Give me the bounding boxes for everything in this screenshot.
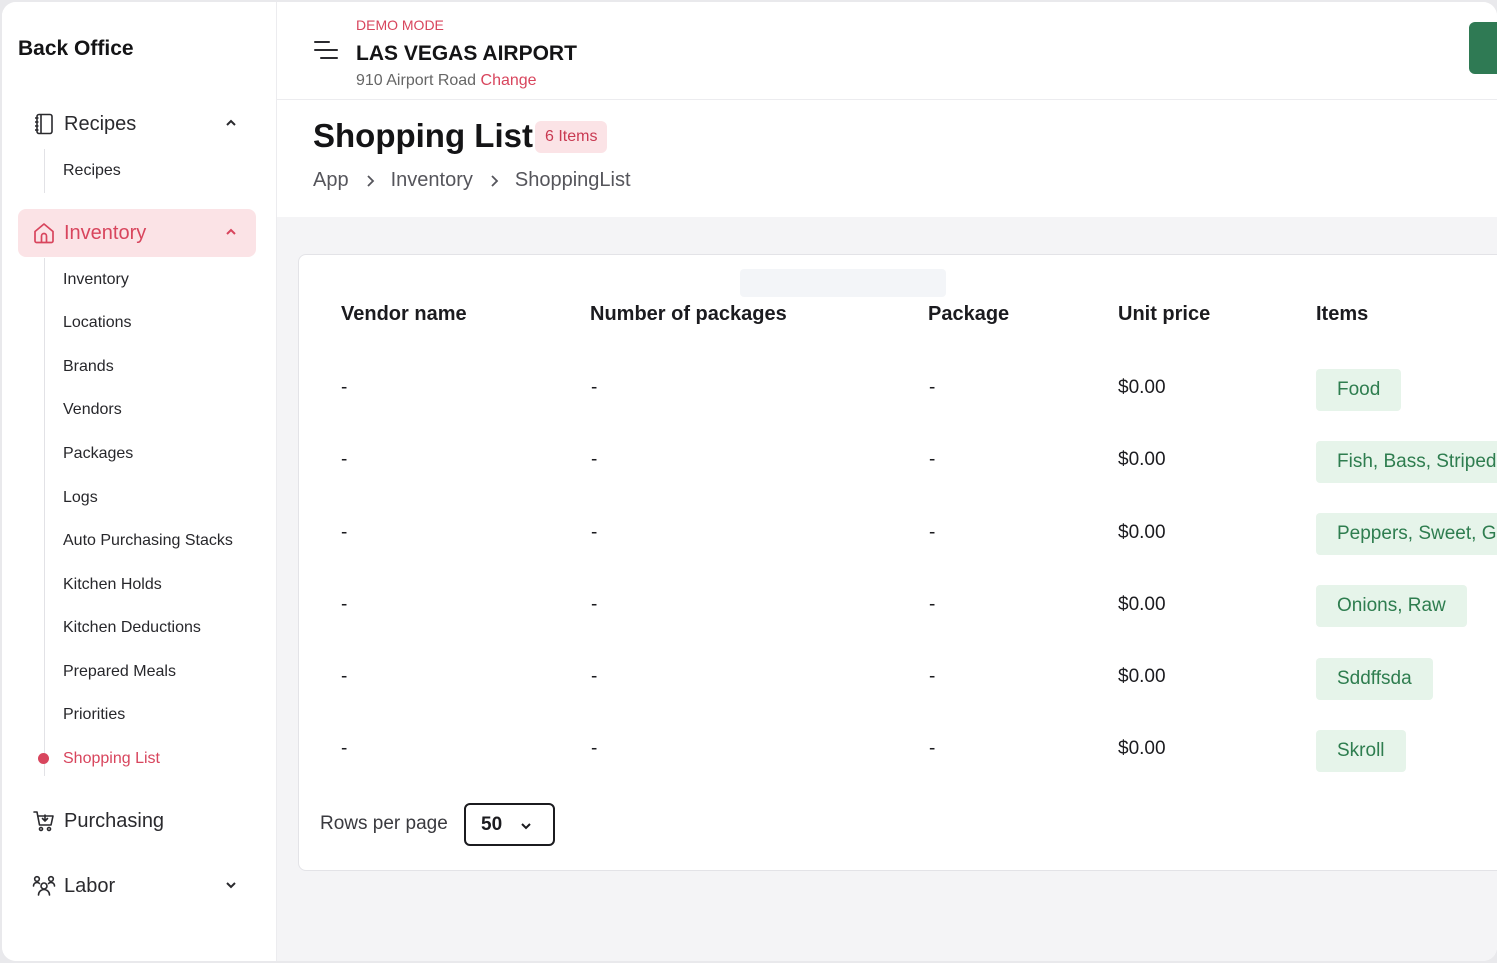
cell-vendor: - [341, 449, 348, 470]
cell-unit-price: $0.00 [1118, 377, 1166, 398]
active-indicator-dot [38, 753, 49, 764]
column-header-unit-price[interactable]: Unit price [1118, 303, 1210, 326]
rows-per-page-value: 50 [481, 814, 503, 835]
rows-per-page-select[interactable]: 50 [464, 803, 555, 846]
chevron-right-icon [366, 174, 374, 187]
nav-group-labor[interactable]: Labor [18, 862, 256, 910]
cart-icon [33, 811, 54, 832]
shopping-list-table-card: Vendor name Number of packages Package U… [298, 254, 1497, 871]
cell-package: - [929, 449, 936, 470]
sidebar-item-recipes[interactable]: Recipes [63, 162, 121, 180]
cell-unit-price: $0.00 [1118, 594, 1166, 615]
cell-unit-price: $0.00 [1118, 666, 1166, 687]
location-address-row: 910 Airport Road Change [356, 72, 537, 90]
page-header: Shopping List 6 Items App Inventory Shop… [277, 101, 1497, 217]
cell-packages: - [591, 449, 598, 470]
nav-group-label: Inventory [64, 222, 147, 244]
sidebar-item-packages[interactable]: Packages [63, 445, 133, 463]
sidebar: Back Office Recipes Recipes Inventory In… [2, 2, 277, 961]
chevron-right-icon [491, 174, 499, 187]
sidebar-item-logs[interactable]: Logs [63, 489, 98, 507]
cell-package: - [929, 594, 936, 615]
sidebar-item-vendors[interactable]: Vendors [63, 401, 122, 419]
top-header: DEMO MODE LAS VEGAS AIRPORT 910 Airport … [277, 2, 1497, 100]
item-tag[interactable]: Onions, Raw [1316, 585, 1467, 627]
cell-packages: - [591, 594, 598, 615]
main-content: Vendor name Number of packages Package U… [277, 217, 1497, 961]
cell-package: - [929, 666, 936, 687]
chevron-up-icon [226, 228, 236, 235]
brand-title: Back Office [18, 37, 134, 60]
cell-vendor: - [341, 666, 348, 687]
change-location-link[interactable]: Change [481, 72, 537, 89]
cell-vendor: - [341, 522, 348, 543]
item-tag[interactable]: Peppers, Sweet, G [1316, 513, 1497, 555]
nav-group-label: Labor [64, 875, 116, 897]
cell-packages: - [591, 666, 598, 687]
home-icon [34, 223, 54, 244]
item-tag[interactable]: Skroll [1316, 730, 1406, 772]
sidebar-item-shopping-list[interactable]: Shopping List [63, 750, 160, 768]
cell-packages: - [591, 522, 598, 543]
cell-package: - [929, 738, 936, 759]
cell-unit-price: $0.00 [1118, 449, 1166, 470]
breadcrumb: App Inventory ShoppingList [313, 169, 631, 192]
location-name: LAS VEGAS AIRPORT [356, 42, 577, 65]
cell-unit-price: $0.00 [1118, 738, 1166, 759]
sidebar-item-kitchen-holds[interactable]: Kitchen Holds [63, 576, 162, 594]
sidebar-item-locations[interactable]: Locations [63, 314, 132, 332]
item-tag[interactable]: Fish, Bass, Striped [1316, 441, 1497, 483]
sidebar-item-prepared-meals[interactable]: Prepared Meals [63, 663, 176, 681]
breadcrumb-inventory[interactable]: Inventory [391, 169, 473, 192]
rows-per-page-label: Rows per page [320, 813, 448, 834]
item-tag[interactable]: Sddffsda [1316, 658, 1433, 700]
app-window: Back Office Recipes Recipes Inventory In… [2, 2, 1497, 961]
cell-package: - [929, 522, 936, 543]
menu-icon[interactable] [311, 38, 339, 62]
nav-group-label: Recipes [64, 113, 137, 135]
page-title: Shopping List [313, 117, 533, 154]
cell-package: - [929, 377, 936, 398]
column-header-number-of-packages[interactable]: Number of packages [590, 303, 787, 326]
sidebar-item-priorities[interactable]: Priorities [63, 706, 125, 724]
nav-group-recipes[interactable]: Recipes [18, 100, 256, 148]
cell-unit-price: $0.00 [1118, 522, 1166, 543]
sidebar-item-auto-purchasing-stacks[interactable]: Auto Purchasing Stacks [63, 532, 233, 550]
chevron-down-icon [226, 882, 236, 889]
submenu-line [44, 258, 45, 776]
nav-group-purchasing[interactable]: Purchasing [18, 797, 256, 845]
column-header-package[interactable]: Package [928, 303, 1009, 326]
cell-packages: - [591, 377, 598, 398]
sidebar-item-brands[interactable]: Brands [63, 358, 114, 376]
cell-packages: - [591, 738, 598, 759]
sidebar-item-kitchen-deductions[interactable]: Kitchen Deductions [63, 619, 201, 637]
column-header-items[interactable]: Items [1316, 303, 1368, 326]
chevron-up-icon [226, 119, 236, 126]
chevron-down-icon [521, 823, 531, 830]
location-address: 910 Airport Road [356, 72, 477, 89]
book-icon [35, 113, 53, 135]
submenu-line [44, 149, 45, 193]
sidebar-item-inventory[interactable]: Inventory [63, 271, 129, 289]
breadcrumb-current: ShoppingList [514, 169, 631, 191]
cell-vendor: - [341, 738, 348, 759]
item-tag[interactable]: Food [1316, 369, 1402, 411]
demo-mode-label: DEMO MODE [356, 17, 444, 33]
faded-overlay [740, 269, 946, 297]
column-header-vendor-name[interactable]: Vendor name [341, 303, 467, 326]
item-count-badge: 6 Items [535, 121, 608, 153]
breadcrumb-app[interactable]: App [313, 169, 349, 192]
cell-vendor: - [341, 594, 348, 615]
users-icon [32, 875, 56, 896]
header-action-button[interactable] [1469, 22, 1497, 74]
cell-vendor: - [341, 377, 348, 398]
nav-group-label: Purchasing [64, 810, 165, 832]
nav-group-inventory[interactable]: Inventory [18, 209, 256, 257]
